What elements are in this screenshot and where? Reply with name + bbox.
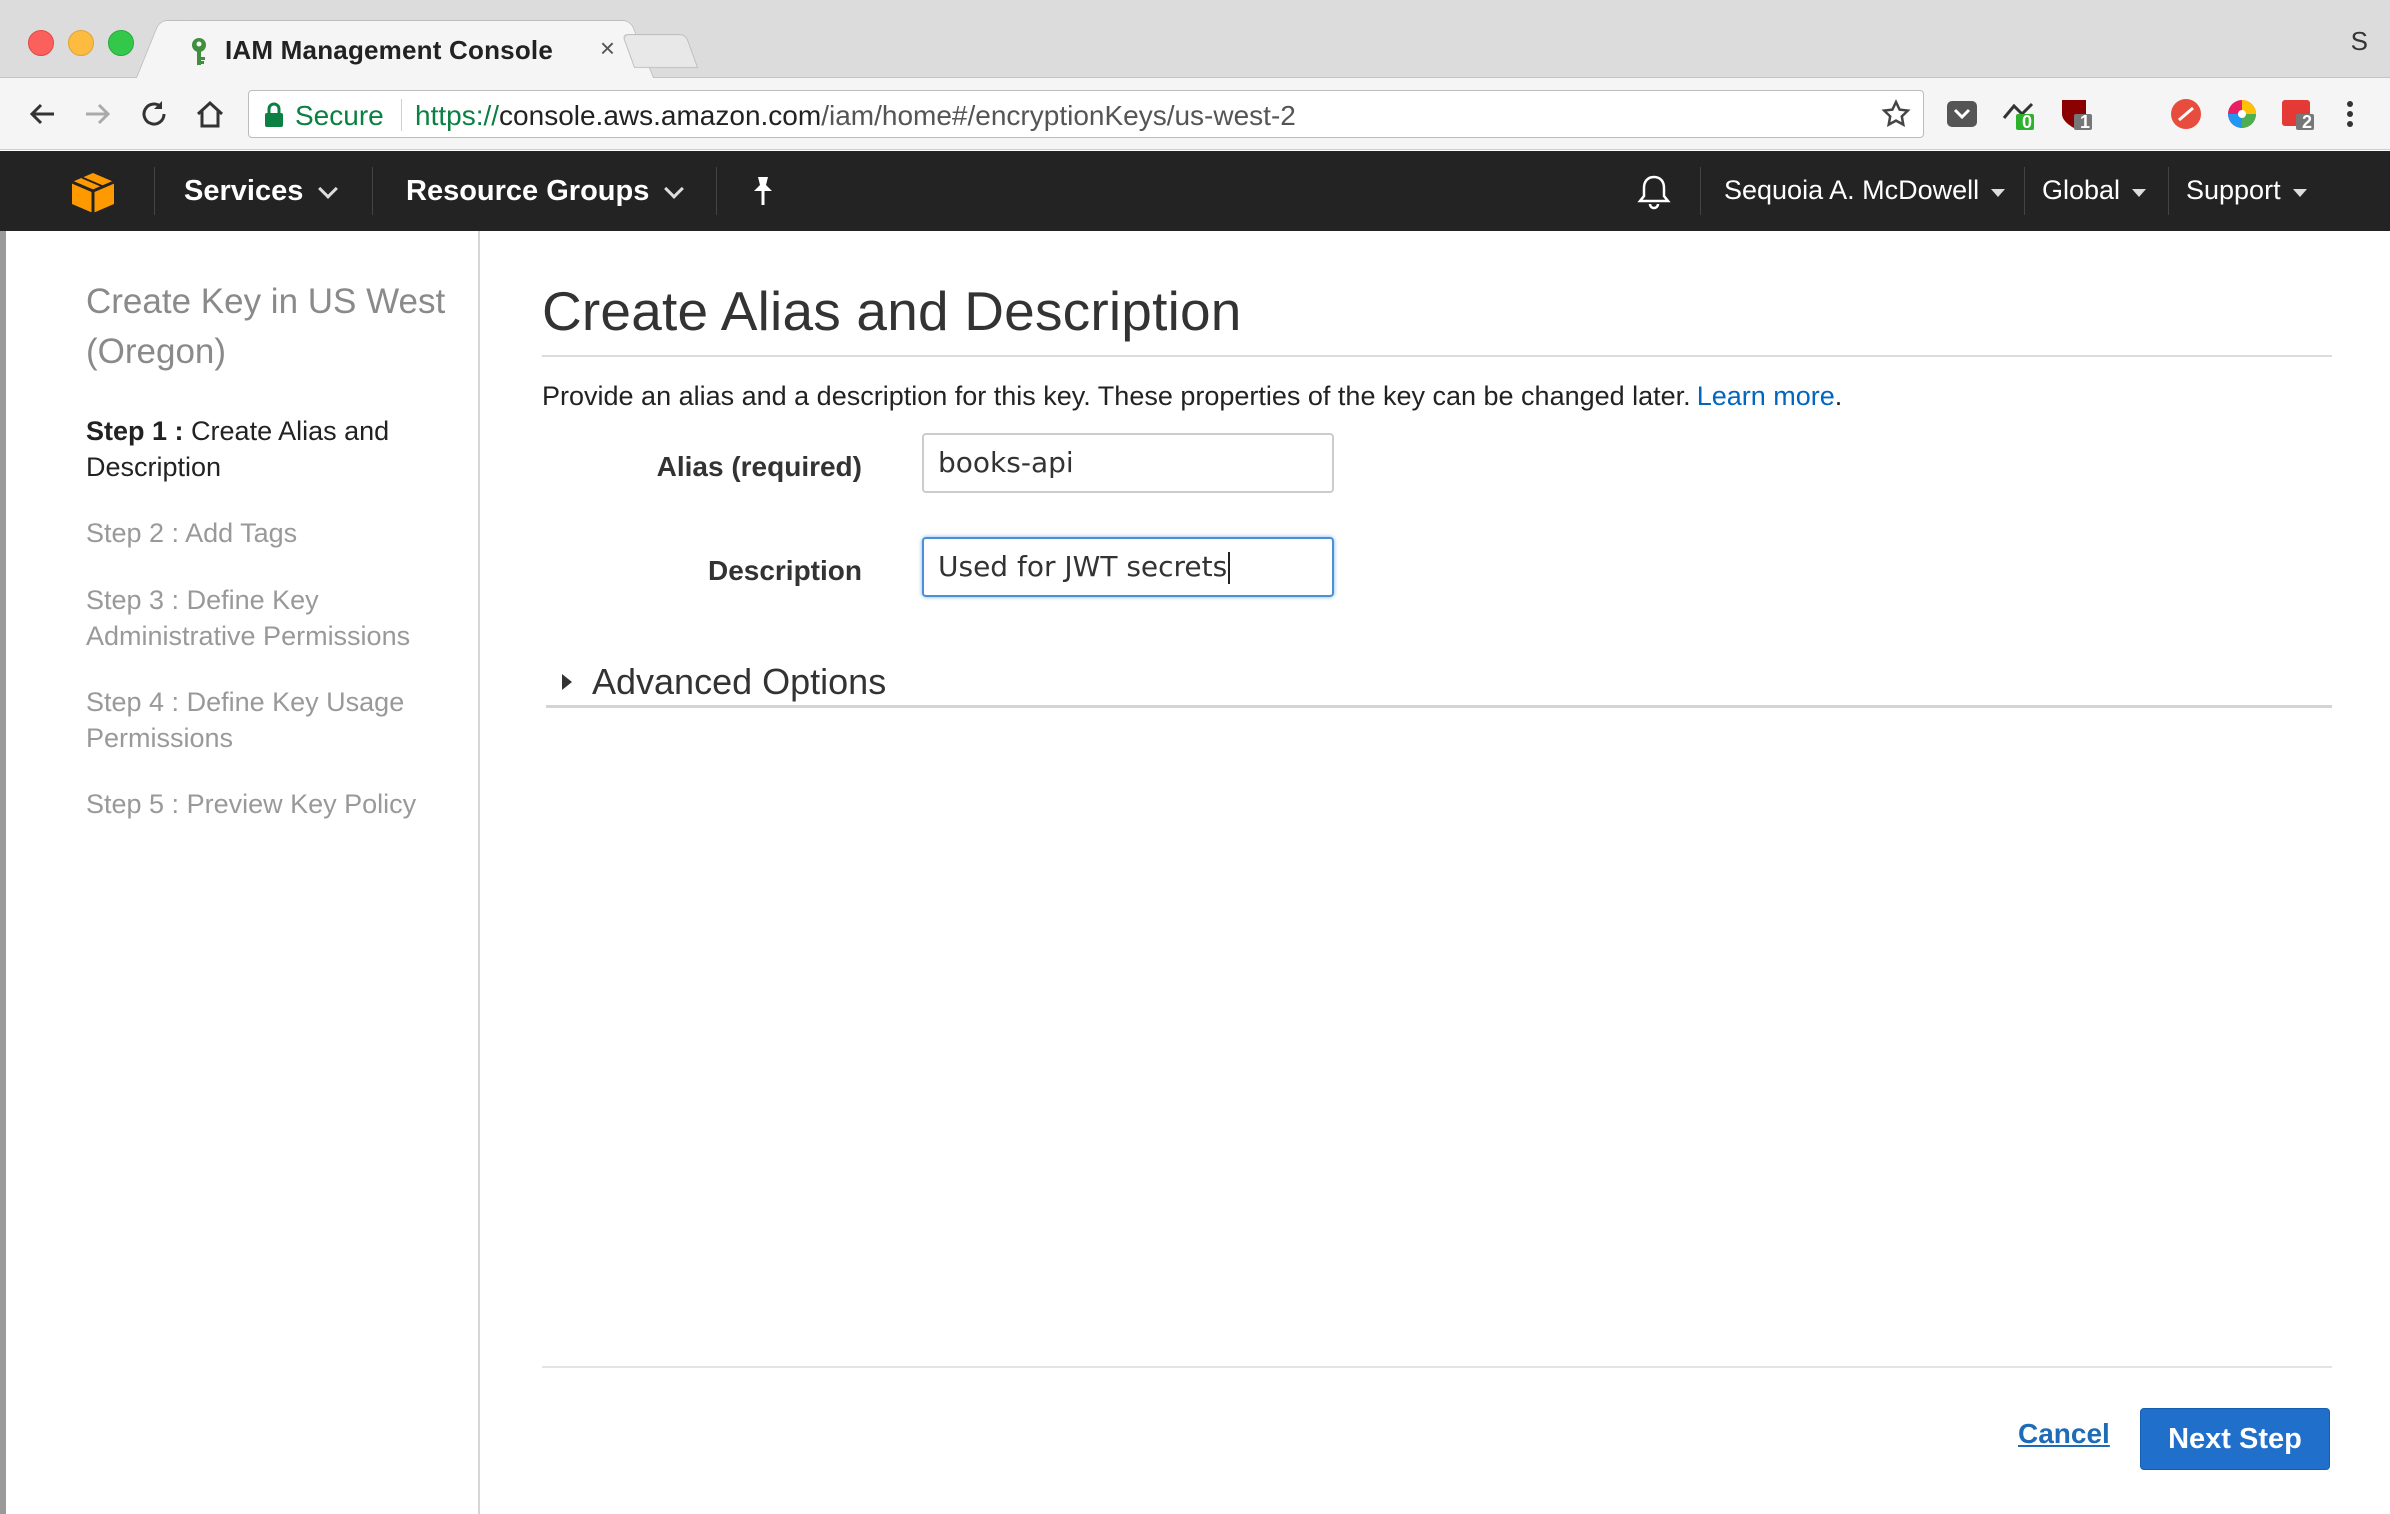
step-prefix: Step 3 : xyxy=(86,585,180,615)
advanced-options-toggle[interactable]: Advanced Options xyxy=(562,661,886,703)
nav-divider xyxy=(1700,167,1701,215)
url-text: https://console.aws.amazon.com/iam/home#… xyxy=(415,100,1296,132)
resource-groups-label: Resource Groups xyxy=(406,175,650,207)
secure-label: Secure xyxy=(295,100,384,131)
aws-cube-logo-icon[interactable] xyxy=(70,171,116,215)
step-label: Add Tags xyxy=(185,518,298,548)
nav-divider xyxy=(2168,167,2169,215)
intro-sentence: Provide an alias and a description for t… xyxy=(542,381,1691,411)
extension-badge: 2 xyxy=(2302,112,2313,132)
step-prefix: Step 1 : xyxy=(86,416,184,446)
back-arrow-icon[interactable] xyxy=(22,94,62,134)
caret-right-icon xyxy=(562,674,572,690)
services-label: Services xyxy=(184,175,304,207)
wizard-title: Create Key in US West (Oregon) xyxy=(86,282,446,371)
alias-label: Alias (required) xyxy=(656,451,862,482)
resource-groups-menu[interactable]: Resource Groups xyxy=(406,175,685,208)
new-tab-button[interactable] xyxy=(621,34,699,68)
wizard-sidebar: Create Key in US West (Oregon) Step 1 : … xyxy=(6,231,480,1514)
url-scheme: https:// xyxy=(415,100,500,131)
advanced-options-label: Advanced Options xyxy=(592,661,887,702)
address-divider xyxy=(401,99,402,131)
wizard-step-4[interactable]: Step 4 : Define Key Usage Permissions xyxy=(86,684,476,756)
url-host: console.aws.amazon.com xyxy=(499,100,822,131)
step-prefix: Step 4 : xyxy=(86,687,180,717)
step-label: Preview Key Policy xyxy=(186,789,417,819)
intro-period: . xyxy=(1834,381,1843,411)
wizard-step-5[interactable]: Step 5 : Preview Key Policy xyxy=(86,786,476,822)
ublock-extension-icon[interactable]: 1 xyxy=(2058,96,2094,132)
region-menu[interactable]: Global xyxy=(2042,175,2147,206)
caret-down-icon xyxy=(1991,188,2006,197)
caret-down-icon xyxy=(2132,188,2147,197)
wizard-step-2[interactable]: Step 2 : Add Tags xyxy=(86,515,476,551)
extension-badge: 0 xyxy=(2022,112,2033,132)
description-value: Used for JWT secrets xyxy=(938,550,1228,583)
chrome-menu-icon[interactable] xyxy=(2340,96,2360,132)
color-picker-extension-icon[interactable] xyxy=(2224,96,2260,132)
alias-value: books-api xyxy=(938,446,1074,479)
intro-text: Provide an alias and a description for t… xyxy=(542,381,1842,412)
extension-badge: 1 xyxy=(2080,112,2091,132)
next-step-button[interactable]: Next Step xyxy=(2140,1408,2330,1470)
text-cursor xyxy=(1228,552,1231,584)
pin-icon[interactable] xyxy=(748,175,778,207)
step-prefix: Step 5 : xyxy=(86,789,180,819)
pocket-extension-icon[interactable] xyxy=(1944,96,1980,132)
profile-initial[interactable]: S xyxy=(2351,26,2368,57)
aws-navbar: Services Resource Groups Sequoia A. McDo… xyxy=(0,151,2390,231)
key-favicon-icon xyxy=(192,38,206,65)
reload-icon[interactable] xyxy=(134,94,174,134)
bookmark-star-icon[interactable] xyxy=(1881,99,1911,129)
calendar-extension-icon[interactable]: 2 xyxy=(2280,96,2316,132)
step-prefix: Step 2 : xyxy=(86,518,180,548)
description-label: Description xyxy=(707,555,862,586)
notification-bell-icon[interactable] xyxy=(1636,173,1672,211)
nav-divider xyxy=(2024,167,2025,215)
nav-divider xyxy=(716,167,717,215)
chevron-down-icon xyxy=(664,178,685,199)
tab-close-icon[interactable]: × xyxy=(600,33,615,64)
window-close-button[interactable] xyxy=(28,30,54,56)
alias-input[interactable]: books-api xyxy=(922,433,1334,493)
nav-divider xyxy=(372,167,373,215)
account-name: Sequoia A. McDowell xyxy=(1724,175,1980,205)
window-zoom-button[interactable] xyxy=(108,30,134,56)
browser-tab-active[interactable]: IAM Management Console × xyxy=(160,20,630,80)
wizard-step-1[interactable]: Step 1 : Create Alias and Description xyxy=(86,413,476,485)
account-menu[interactable]: Sequoia A. McDowell xyxy=(1724,175,2006,206)
tab-title: IAM Management Console xyxy=(225,35,553,65)
chevron-down-icon xyxy=(318,178,339,199)
footer-divider xyxy=(542,1366,2332,1368)
learn-more-link[interactable]: Learn more xyxy=(1697,381,1835,411)
home-icon[interactable] xyxy=(190,94,230,134)
browser-tab-strip: IAM Management Console × S xyxy=(0,0,2390,80)
stylish-extension-icon[interactable] xyxy=(2168,96,2204,132)
cancel-button[interactable]: Cancel xyxy=(2018,1418,2110,1450)
region-label: Global xyxy=(2042,175,2121,205)
page-title: Create Alias and Description xyxy=(542,280,1242,342)
browser-toolbar: Secure https://console.aws.amazon.com/ia… xyxy=(0,78,2390,150)
support-label: Support xyxy=(2186,175,2281,205)
description-input[interactable]: Used for JWT secrets xyxy=(922,537,1334,597)
services-menu[interactable]: Services xyxy=(184,175,339,208)
nav-divider xyxy=(154,167,155,215)
tracker-extension-icon[interactable]: 0 xyxy=(2000,96,2036,132)
address-bar[interactable]: Secure https://console.aws.amazon.com/ia… xyxy=(248,90,1924,138)
url-path: /iam/home#/encryptionKeys/us-west-2 xyxy=(821,100,1296,131)
lock-icon xyxy=(265,102,283,127)
forward-arrow-icon[interactable] xyxy=(78,94,118,134)
wizard-step-3[interactable]: Step 3 : Define Key Administrative Permi… xyxy=(86,582,476,654)
support-menu[interactable]: Support xyxy=(2186,175,2307,206)
advanced-options-divider xyxy=(546,705,2332,708)
caret-down-icon xyxy=(2292,188,2307,197)
window-minimize-button[interactable] xyxy=(68,30,94,56)
title-divider xyxy=(542,355,2332,357)
